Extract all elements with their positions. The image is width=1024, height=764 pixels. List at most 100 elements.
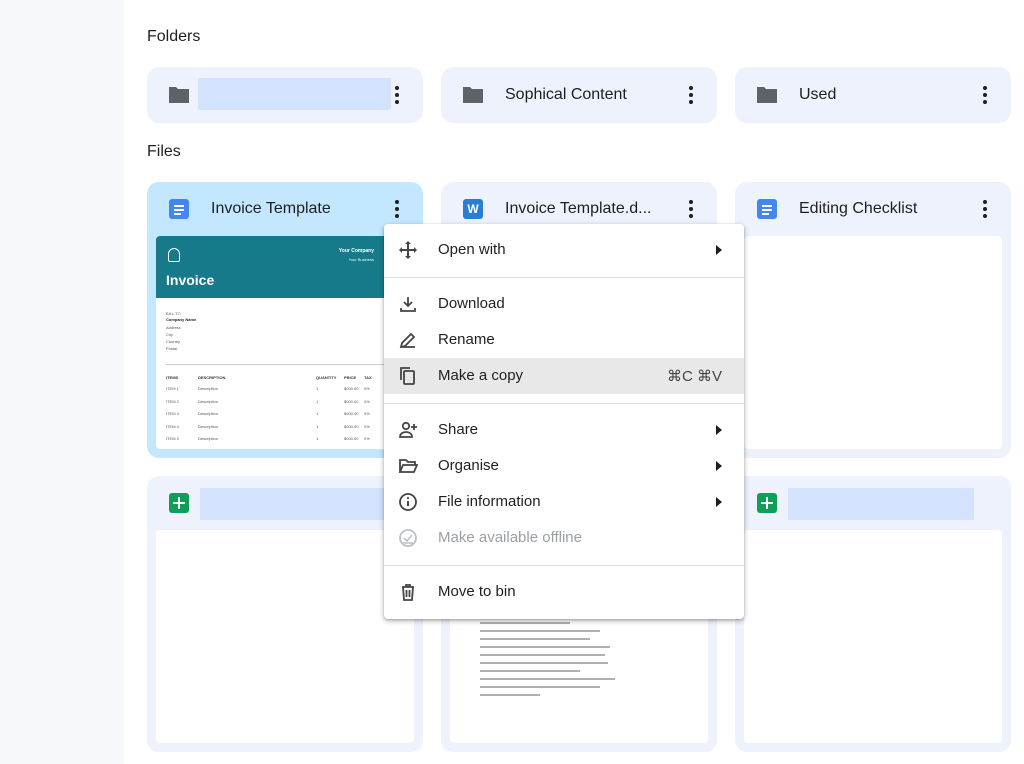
menu-item-label: Open with [438, 241, 506, 258]
file-card-sheet[interactable] [147, 476, 423, 752]
folder-open-icon [398, 459, 418, 473]
text-line [480, 638, 590, 640]
invoice-cell: DESCRIPTION [198, 375, 226, 380]
invoice-cell: PRICE [344, 375, 357, 380]
folder-card[interactable] [147, 67, 423, 123]
file-title: Editing Checklist [799, 200, 918, 217]
invoice-cell: $000.00 [344, 411, 359, 416]
folder-icon [463, 87, 483, 103]
menu-item-label: Rename [438, 331, 495, 348]
text-line [480, 678, 615, 680]
invoice-cell: 1 [316, 398, 319, 404]
sidebar [0, 0, 124, 764]
files-heading: Files [147, 143, 181, 160]
download-icon [400, 297, 416, 312]
copy-icon [400, 367, 415, 385]
menu-item-download[interactable]: Download [384, 286, 744, 322]
menu-item-label: Organise [438, 457, 499, 474]
file-title [788, 488, 974, 520]
file-thumbnail [156, 530, 414, 743]
menu-divider [384, 403, 744, 404]
folder-name [198, 78, 391, 110]
file-thumbnail [744, 530, 1002, 743]
invoice-cell: QUANTITY [316, 375, 337, 380]
more-options-icon[interactable] [973, 83, 997, 107]
menu-item-share[interactable]: Share [384, 412, 744, 448]
invoice-cell: ITEM 3 [166, 411, 179, 416]
invoice-cell: ITEM 4 [166, 423, 179, 429]
keyboard-shortcut: ⌘C ⌘V [666, 368, 722, 385]
file-title [200, 488, 386, 520]
invoice-cell: 0% [364, 436, 370, 441]
menu-item-label: Download [438, 295, 505, 312]
text-line [480, 662, 608, 664]
context-menu: Open with Download Rename Make a copy ⌘C… [384, 224, 744, 619]
more-options-icon[interactable] [385, 83, 409, 107]
more-options-icon[interactable] [973, 197, 997, 221]
text-line [480, 670, 580, 672]
more-options-icon[interactable] [679, 83, 703, 107]
invoice-cell: 0% [364, 386, 370, 391]
invoice-company: Your Company [338, 248, 374, 254]
file-title: Invoice Template [211, 200, 331, 217]
menu-item-label: Make a copy [438, 367, 524, 384]
more-options-icon[interactable] [385, 197, 409, 221]
folder-card[interactable]: Used [735, 67, 1011, 123]
invoice-cell: ITEM 5 [166, 436, 179, 441]
menu-item-rename[interactable]: Rename [384, 322, 744, 358]
invoice-cell: 1 [316, 386, 319, 391]
folder-card[interactable]: Sophical Content [441, 67, 717, 123]
google-sheets-icon [169, 493, 189, 513]
invoice-address: Postal [166, 346, 178, 351]
menu-item-file-information[interactable]: File information [384, 484, 744, 520]
folder-icon [757, 87, 777, 103]
text-line [480, 654, 605, 656]
invoice-cell: Description [198, 436, 219, 441]
file-title: Invoice Template.d... [505, 200, 652, 217]
text-line [480, 622, 570, 624]
folder-icon [169, 87, 189, 103]
submenu-arrow-icon [716, 425, 722, 435]
text-line [480, 646, 610, 648]
folders-heading: Folders [147, 28, 201, 45]
menu-item-label: Share [438, 421, 479, 438]
folder-name: Sophical Content [505, 86, 627, 103]
invoice-cell: 1 [316, 423, 319, 429]
text-line [480, 686, 600, 688]
menu-item-open-with[interactable]: Open with [384, 232, 744, 268]
submenu-arrow-icon [716, 497, 722, 507]
invoice-title: Invoice [166, 272, 215, 288]
menu-item-move-to-bin[interactable]: Move to bin [384, 574, 744, 610]
invoice-address: Address [166, 325, 181, 330]
menu-item-make-a-copy[interactable]: Make a copy ⌘C ⌘V [384, 358, 744, 394]
invoice-cell: $000.00 [344, 436, 359, 441]
submenu-arrow-icon [716, 245, 722, 255]
folder-name: Used [799, 86, 837, 103]
invoice-bill-to: BILL TO [166, 311, 181, 316]
invoice-cell: Description [198, 398, 219, 404]
invoice-cell: $000.00 [344, 398, 359, 404]
file-card-editing-checklist[interactable]: Editing Checklist [735, 182, 1011, 458]
more-options-icon[interactable] [679, 197, 703, 221]
invoice-logo-icon [168, 248, 180, 262]
invoice-cell: ITEM 1 [166, 386, 179, 391]
invoice-cell: 0% [364, 423, 370, 429]
invoice-company-sub: Your Business [348, 257, 374, 262]
file-card-invoice-template[interactable]: Invoice Template Invoice Your Company Yo… [147, 182, 423, 458]
menu-item-label: Move to bin [438, 583, 516, 600]
file-thumbnail: Invoice Your Company Your Business BILL … [156, 236, 414, 449]
text-line [480, 630, 600, 632]
menu-divider [384, 565, 744, 566]
add-person-icon [399, 421, 417, 438]
menu-item-organise[interactable]: Organise [384, 448, 744, 484]
file-card-sheet[interactable] [735, 476, 1011, 752]
divider [166, 364, 404, 365]
invoice-address: Country [166, 339, 181, 344]
submenu-arrow-icon [716, 461, 722, 471]
menu-item-make-available-offline: Make available offline [384, 520, 744, 556]
invoice-cell: ITEM 2 [166, 398, 179, 404]
invoice-cell: 1 [316, 411, 319, 416]
invoice-cell: TAX [364, 375, 372, 380]
invoice-cell: $000.00 [344, 386, 359, 391]
invoice-cell: Description [198, 411, 219, 416]
